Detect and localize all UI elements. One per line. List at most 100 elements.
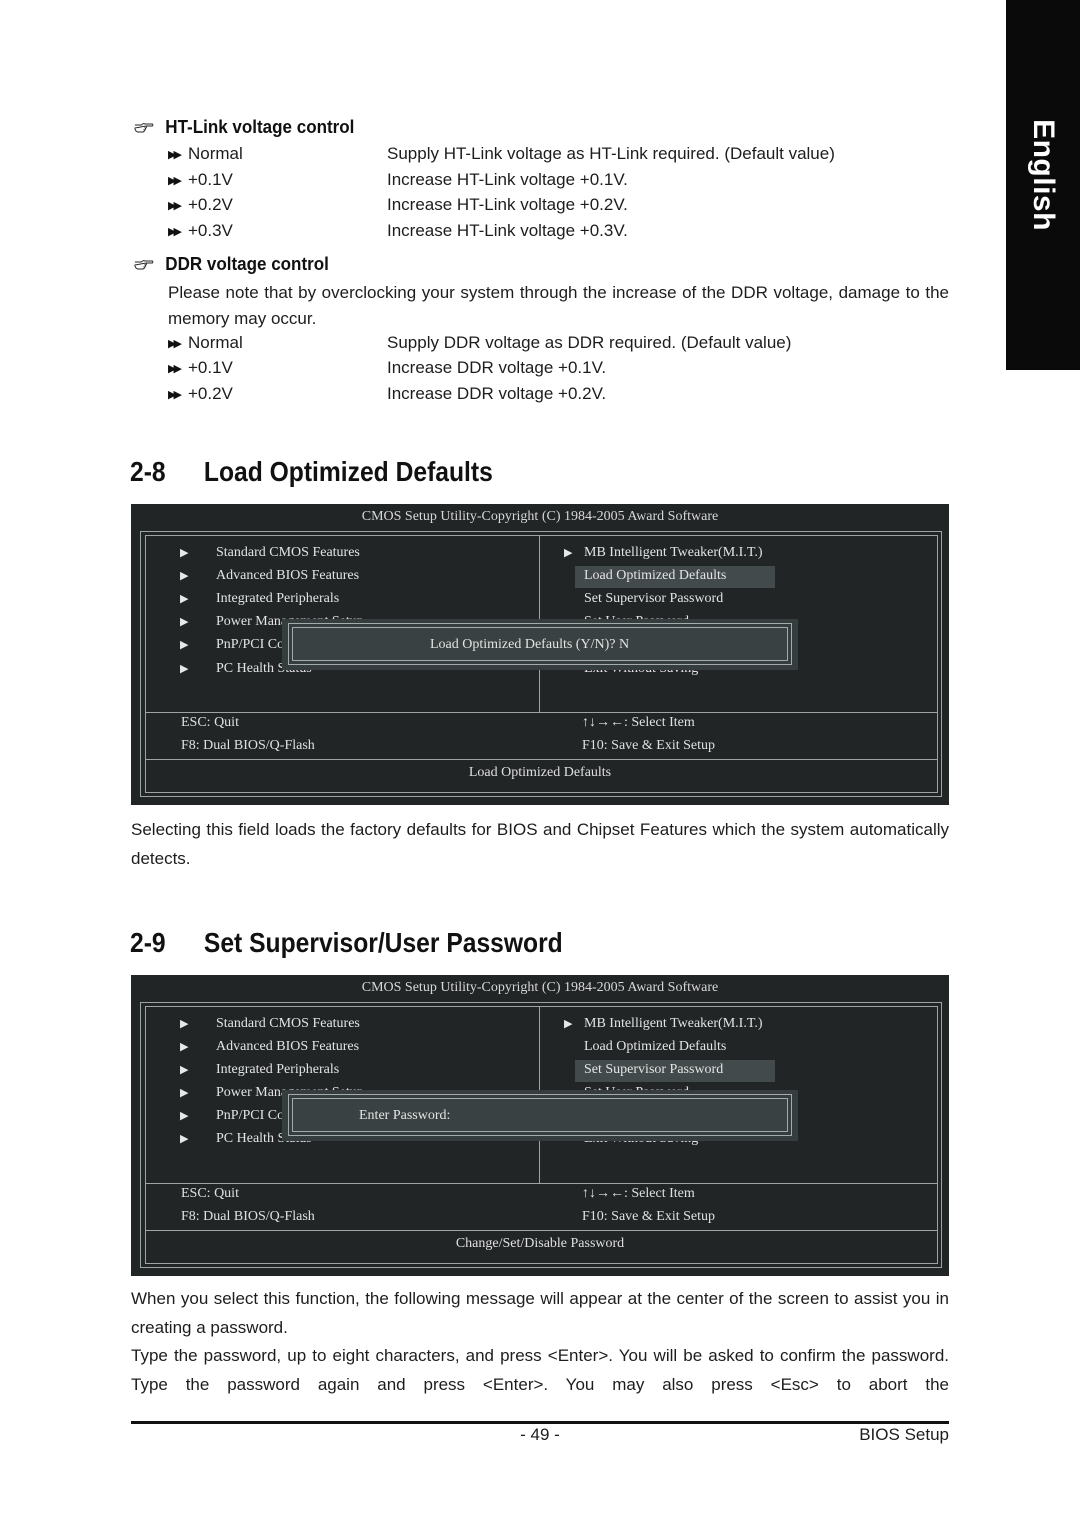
ddr-heading: DDR voltage control bbox=[134, 253, 329, 275]
option-name: +0.1V bbox=[188, 358, 233, 377]
bios-menu-item[interactable]: ▶ Advanced BIOS Features bbox=[180, 1036, 360, 1058]
bios-menu-item[interactable]: ▶ Standard CMOS Features bbox=[180, 1013, 360, 1035]
option-name: Normal bbox=[188, 144, 243, 163]
menu-label: Integrated Peripherals bbox=[216, 591, 340, 606]
menu-label: MB Intelligent Tweaker(M.I.T.) bbox=[584, 545, 763, 560]
double-arrow-icon: ▶▶ bbox=[168, 362, 182, 375]
menu-label: Standard CMOS Features bbox=[216, 545, 360, 560]
ht-link-option: ▶▶ +0.1V Increase HT-Link voltage +0.1V. bbox=[168, 168, 958, 192]
option-desc: Supply DDR voltage as DDR required. (Def… bbox=[387, 333, 792, 352]
pointing-hand-icon bbox=[134, 258, 154, 270]
triangle-right-icon: ▶ bbox=[180, 1087, 189, 1099]
language-tab: English bbox=[1006, 0, 1080, 370]
option-name: +0.1V bbox=[188, 170, 233, 189]
bios-menu-item[interactable]: ▶ Integrated Peripherals bbox=[180, 588, 340, 610]
triangle-right-icon: ▶ bbox=[180, 663, 189, 675]
bios-divider bbox=[145, 1230, 938, 1231]
menu-label: Load Optimized Defaults bbox=[584, 1039, 727, 1054]
hint-select: ↑↓→←: Select Item bbox=[582, 1186, 695, 1201]
section-title-text: Set Supervisor/User Password bbox=[203, 927, 563, 958]
option-name: +0.3V bbox=[188, 221, 233, 240]
triangle-right-icon: ▶ bbox=[180, 639, 189, 651]
double-arrow-icon: ▶▶ bbox=[168, 174, 182, 187]
menu-label: Advanced BIOS Features bbox=[216, 1039, 360, 1054]
ht-link-heading: HT-Link voltage control bbox=[134, 116, 354, 138]
bios-menu-item[interactable]: ▶ Standard CMOS Features bbox=[180, 542, 360, 564]
bios-screen-load-defaults: CMOS Setup Utility-Copyright (C) 1984-20… bbox=[131, 504, 949, 805]
hint-f10: F10: Save & Exit Setup bbox=[582, 738, 715, 753]
bios-menu-item[interactable]: ▶ Integrated Peripherals bbox=[180, 1059, 340, 1081]
bios-menu-item-selected[interactable]: Set Supervisor Password bbox=[584, 1059, 723, 1081]
menu-label: Set Supervisor Password bbox=[584, 591, 724, 606]
bios-status-line: Change/Set/Disable Password bbox=[455, 1236, 625, 1251]
bios-status-line: Load Optimized Defaults bbox=[468, 765, 612, 780]
triangle-right-icon: ▶ bbox=[180, 593, 189, 605]
triangle-right-icon: ▶ bbox=[180, 547, 189, 559]
bios-title: CMOS Setup Utility-Copyright (C) 1984-20… bbox=[361, 980, 719, 995]
footer-rule bbox=[131, 1421, 949, 1424]
double-arrow-icon: ▶▶ bbox=[168, 388, 182, 401]
pointing-hand-icon bbox=[134, 121, 154, 133]
triangle-right-icon: ▶ bbox=[180, 616, 189, 628]
ddr-heading-text: DDR voltage control bbox=[165, 253, 329, 274]
ddr-option: ▶▶ +0.1V Increase DDR voltage +0.1V. bbox=[168, 356, 958, 380]
section-2-9-description-2: Type the password, up to eight character… bbox=[131, 1346, 949, 1394]
ht-link-option: ▶▶ +0.3V Increase HT-Link voltage +0.3V. bbox=[168, 219, 958, 243]
section-2-9-description-1: When you select this function, the follo… bbox=[131, 1289, 949, 1337]
option-name: +0.2V bbox=[188, 384, 233, 403]
bios-menu-item-selected[interactable]: Load Optimized Defaults bbox=[584, 565, 726, 587]
bios-title: CMOS Setup Utility-Copyright (C) 1984-20… bbox=[361, 509, 719, 524]
option-name: Normal bbox=[188, 333, 243, 352]
ht-link-heading-text: HT-Link voltage control bbox=[165, 116, 355, 137]
section-2-8-description: Selecting this field loads the factory d… bbox=[131, 820, 949, 868]
bios-confirm-dialog[interactable]: Load Optimized Defaults (Y/N)? N bbox=[282, 619, 798, 670]
menu-label: Load Optimized Defaults bbox=[584, 568, 727, 583]
hint-f8: F8: Dual BIOS/Q-Flash bbox=[181, 738, 315, 753]
option-desc: Increase HT-Link voltage +0.3V. bbox=[387, 221, 628, 240]
menu-label: Standard CMOS Features bbox=[216, 1016, 360, 1031]
hint-esc: ESC: Quit bbox=[181, 1186, 239, 1201]
triangle-right-icon: ▶ bbox=[564, 1018, 573, 1030]
bios-divider bbox=[145, 1183, 938, 1184]
triangle-right-icon: ▶ bbox=[180, 1133, 189, 1145]
triangle-right-icon: ▶ bbox=[180, 570, 189, 582]
option-desc: Increase HT-Link voltage +0.1V. bbox=[387, 170, 628, 189]
double-arrow-icon: ▶▶ bbox=[168, 148, 182, 161]
menu-label: Set Supervisor Password bbox=[584, 1062, 724, 1077]
language-tab-label: English bbox=[1027, 119, 1060, 231]
dialog-prompt: Load Optimized Defaults (Y/N)? N bbox=[430, 637, 630, 652]
double-arrow-icon: ▶▶ bbox=[168, 337, 182, 350]
password-prompt: Enter Password: bbox=[359, 1108, 451, 1123]
menu-label: Integrated Peripherals bbox=[216, 1062, 340, 1077]
ddr-option: ▶▶ Normal Supply DDR voltage as DDR requ… bbox=[168, 331, 958, 355]
bios-password-dialog[interactable]: Enter Password: bbox=[282, 1090, 798, 1141]
section-number: 2-8 bbox=[130, 456, 166, 487]
triangle-right-icon: ▶ bbox=[180, 1064, 189, 1076]
menu-label: MB Intelligent Tweaker(M.I.T.) bbox=[584, 1016, 763, 1031]
ddr-option: ▶▶ +0.2V Increase DDR voltage +0.2V. bbox=[168, 382, 958, 406]
hint-esc: ESC: Quit bbox=[181, 715, 239, 730]
bios-divider bbox=[145, 712, 938, 713]
option-desc: Increase DDR voltage +0.2V. bbox=[387, 384, 607, 403]
bios-menu-item[interactable]: Load Optimized Defaults bbox=[584, 1036, 726, 1058]
section-2-9-title: 2-9 Set Supervisor/User Password bbox=[130, 927, 563, 959]
ht-link-option: ▶▶ +0.2V Increase HT-Link voltage +0.2V. bbox=[168, 193, 958, 217]
bios-menu-item[interactable]: ▶ Advanced BIOS Features bbox=[180, 565, 359, 587]
ht-link-option: ▶▶ Normal Supply HT-Link voltage as HT-L… bbox=[168, 142, 958, 166]
triangle-right-icon: ▶ bbox=[180, 1110, 189, 1122]
bios-menu-item[interactable]: ▶ MB Intelligent Tweaker(M.I.T.) bbox=[564, 1013, 763, 1035]
triangle-right-icon: ▶ bbox=[180, 1041, 189, 1053]
option-name: +0.2V bbox=[188, 195, 233, 214]
option-desc: Increase DDR voltage +0.1V. bbox=[387, 358, 607, 377]
ddr-note: Please note that by overclocking your sy… bbox=[168, 283, 949, 328]
hint-f8: F8: Dual BIOS/Q-Flash bbox=[181, 1209, 315, 1224]
bios-menu-item[interactable]: ▶ MB Intelligent Tweaker(M.I.T.) bbox=[564, 542, 763, 564]
bios-menu-item[interactable]: Set Supervisor Password bbox=[584, 588, 723, 610]
option-desc: Supply HT-Link voltage as HT-Link requir… bbox=[387, 144, 835, 163]
section-number: 2-9 bbox=[130, 927, 166, 958]
triangle-right-icon: ▶ bbox=[564, 547, 573, 559]
section-2-8-title: 2-8 Load Optimized Defaults bbox=[130, 456, 493, 488]
section-title-text: Load Optimized Defaults bbox=[203, 456, 493, 487]
double-arrow-icon: ▶▶ bbox=[168, 225, 182, 238]
footer-section-label: BIOS Setup bbox=[859, 1425, 949, 1444]
